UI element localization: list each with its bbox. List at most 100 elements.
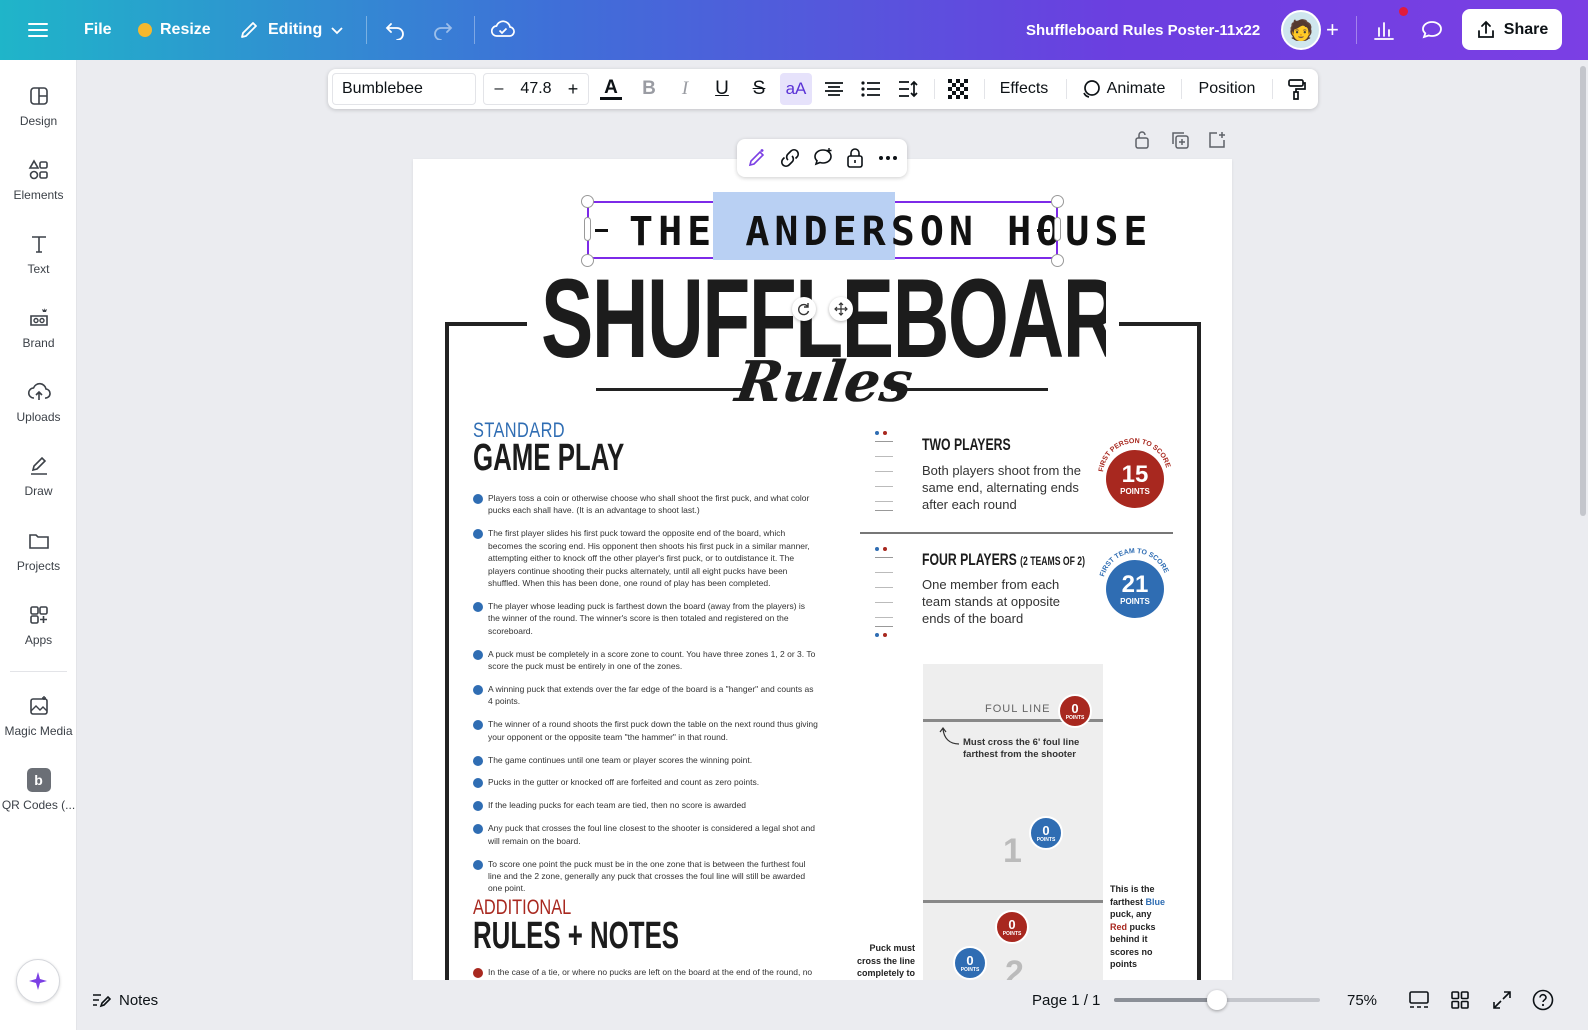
link-button[interactable] xyxy=(779,147,801,169)
sidebar-item-projects[interactable]: Projects xyxy=(0,529,77,573)
invite-button[interactable]: + xyxy=(1326,0,1339,60)
text-color-button[interactable]: A xyxy=(598,69,624,109)
font-size-input[interactable]: 47.8 xyxy=(516,69,556,109)
sidebar-item-label: Magic Media xyxy=(4,724,73,738)
sidebar-item-qr-codes[interactable]: b QR Codes (... xyxy=(0,768,77,812)
user-avatar[interactable]: 🧑 xyxy=(1281,10,1321,50)
resize-button[interactable]: Resize xyxy=(138,0,211,60)
sidebar-item-brand[interactable]: Brand xyxy=(0,306,77,350)
rules-notes-heading-wrap: RULES + NOTES xyxy=(473,915,776,957)
strikethrough-button[interactable]: S xyxy=(746,69,772,109)
text-format-toolbar: Bumblebee – 47.8 + A B I U S aA Effects … xyxy=(328,69,1318,109)
header-word-selected: ANDERSON xyxy=(745,209,978,255)
underline-button[interactable]: U xyxy=(709,69,735,109)
sidebar-item-draw[interactable]: Draw xyxy=(0,454,77,498)
puck-value: 0 xyxy=(1042,822,1050,838)
animate-button[interactable]: Animate xyxy=(1078,69,1168,109)
editing-mode-dropdown[interactable]: Editing xyxy=(238,0,344,60)
effects-button[interactable]: Effects xyxy=(990,69,1058,109)
resize-handle[interactable] xyxy=(581,254,594,267)
top-bar: File Resize Editing Shuffleboard Rules P… xyxy=(0,0,1588,60)
tie-note-text: In the case of a tie, or where no pucks … xyxy=(488,967,813,977)
resize-label: Resize xyxy=(160,21,211,38)
grid-view-icon xyxy=(1451,991,1469,1009)
header-text-box[interactable]: THE ANDERSON HOUSE xyxy=(587,192,1148,260)
uploads-icon xyxy=(27,382,51,400)
points-word: POINTS xyxy=(1120,486,1150,496)
letter-case-button[interactable]: aA xyxy=(780,73,812,105)
zoom-level[interactable]: 75% xyxy=(1347,980,1377,1020)
rule-item: Pucks in the gutter or knocked off are f… xyxy=(473,776,818,789)
sidebar-item-uploads[interactable]: Uploads xyxy=(0,380,77,424)
sidebar-item-design[interactable]: Design xyxy=(0,84,77,128)
sidebar-item-label: Elements xyxy=(13,188,64,202)
design-page[interactable]: THE ANDERSON HOUSE SHUFFLEBOARD Rules ST… xyxy=(413,159,1232,980)
sidebar-item-magic-media[interactable]: Magic Media xyxy=(0,694,77,738)
magic-edit-button[interactable] xyxy=(746,147,768,169)
align-button[interactable] xyxy=(821,69,847,109)
apps-icon xyxy=(29,606,48,624)
copy-style-button[interactable] xyxy=(1284,69,1310,109)
font-size-increase-button[interactable]: + xyxy=(562,69,584,109)
move-handle[interactable] xyxy=(829,297,853,321)
farthest-note: This is the farthest Blue puck, any Red … xyxy=(1110,883,1166,971)
board-diagram: FOUL LINE 0 POINTS Must cross the 6' fou… xyxy=(923,664,1103,980)
frame-line xyxy=(891,388,1048,391)
pencil-icon xyxy=(241,22,257,38)
bold-button[interactable]: B xyxy=(636,69,662,109)
sidebar-item-apps[interactable]: Apps xyxy=(0,603,77,647)
resize-handle[interactable] xyxy=(1054,217,1061,241)
fullscreen-button[interactable] xyxy=(1493,980,1511,1020)
notes-icon xyxy=(93,994,111,1008)
grid-view-button[interactable] xyxy=(1451,980,1469,1020)
duplicate-page-button[interactable] xyxy=(1170,130,1190,150)
sidebar-item-label: Brand xyxy=(22,336,55,350)
score-21-value: 21 xyxy=(1121,570,1149,598)
add-page-button[interactable] xyxy=(1207,130,1227,150)
comments-button[interactable] xyxy=(1420,0,1444,60)
avatar-icon: 🧑 xyxy=(1288,19,1314,42)
sidebar-item-elements[interactable]: Elements xyxy=(0,158,77,202)
redo-button[interactable] xyxy=(432,0,454,60)
notes-button[interactable]: Notes xyxy=(91,980,158,1020)
list-button[interactable] xyxy=(858,69,884,109)
resize-handle[interactable] xyxy=(1051,195,1064,208)
font-size-decrease-button[interactable]: – xyxy=(488,69,510,109)
magic-assistant-button[interactable] xyxy=(16,959,60,1003)
game-play-heading: GAME PLAY xyxy=(473,437,625,479)
file-menu[interactable]: File xyxy=(84,0,112,60)
position-button[interactable]: Position xyxy=(1192,69,1262,109)
page-indicator[interactable]: Page 1 / 1 xyxy=(1032,980,1100,1020)
document-title[interactable]: Shuffleboard Rules Poster-11x22 xyxy=(1026,0,1260,60)
design-icon xyxy=(29,87,48,105)
zoom-slider[interactable] xyxy=(1114,990,1320,1010)
resize-handle[interactable] xyxy=(584,217,591,241)
rotate-handle[interactable] xyxy=(792,297,816,321)
spacing-button[interactable] xyxy=(895,69,921,109)
insights-button[interactable] xyxy=(1372,0,1408,60)
position-label: Position xyxy=(1198,80,1256,97)
transparency-button[interactable] xyxy=(945,69,971,109)
four-players-text: One member from each team stands at oppo… xyxy=(922,577,1061,626)
undo-button[interactable] xyxy=(384,0,406,60)
main-menu-button[interactable] xyxy=(28,0,48,60)
zoom-slider-thumb[interactable] xyxy=(1207,990,1227,1010)
sidebar-item-text[interactable]: Text xyxy=(0,232,77,276)
more-options-button[interactable] xyxy=(877,147,899,169)
help-button[interactable] xyxy=(1532,980,1554,1020)
font-family-selector[interactable]: Bumblebee xyxy=(332,73,476,105)
share-button[interactable]: Share xyxy=(1462,9,1562,50)
rules-list: Players toss a coin or otherwise choose … xyxy=(473,492,818,905)
cloud-save-status[interactable] xyxy=(491,0,515,60)
italic-button[interactable]: I xyxy=(672,69,698,109)
page-view-button[interactable] xyxy=(1409,980,1429,1020)
add-comment-button[interactable] xyxy=(812,147,834,169)
lock-page-button[interactable] xyxy=(1133,130,1153,150)
vertical-scrollbar[interactable] xyxy=(1580,66,1586,516)
divider xyxy=(1181,79,1182,99)
resize-handle[interactable] xyxy=(581,195,594,208)
editing-label: Editing xyxy=(268,21,323,38)
lock-button[interactable] xyxy=(845,147,867,169)
chevron-down-icon xyxy=(331,27,343,35)
resize-handle[interactable] xyxy=(1051,254,1064,267)
